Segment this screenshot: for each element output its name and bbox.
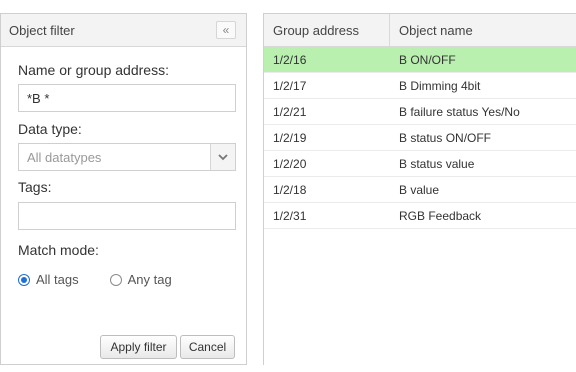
any-tag-radio[interactable]: [109, 273, 122, 286]
filter-actions: Apply filter Cancel: [100, 335, 235, 359]
object-name-cell: B status value: [399, 156, 475, 171]
any-tag-label: Any tag: [127, 272, 172, 287]
object-filter-panel: Object filter « Name or group address: D…: [0, 13, 247, 365]
object-name-cell: B failure status Yes/No: [399, 104, 520, 119]
match-mode-group: All tags Any tag: [18, 272, 236, 287]
table-row[interactable]: 1/2/31 RGB Feedback: [264, 203, 576, 229]
object-name-cell: B ON/OFF: [399, 52, 456, 67]
object-name-cell: B Dimming 4bit: [399, 78, 481, 93]
collapse-panel-button[interactable]: «: [216, 21, 236, 39]
object-name-cell: RGB Feedback: [399, 208, 482, 223]
match-all-tags-option[interactable]: All tags: [18, 272, 79, 287]
filter-panel-title: Object filter: [9, 22, 75, 38]
table-row[interactable]: 1/2/18 B value: [264, 177, 576, 203]
match-any-tag-option[interactable]: Any tag: [109, 272, 172, 287]
group-address-cell: 1/2/17: [273, 78, 307, 93]
datatype-selected-value: All datatypes: [27, 149, 102, 165]
double-chevron-left-icon: «: [222, 23, 230, 37]
group-address-cell: 1/2/20: [273, 156, 307, 171]
table-row[interactable]: 1/2/21 B failure status Yes/No: [264, 99, 576, 125]
name-filter-label: Name or group address:: [18, 62, 169, 78]
chevron-down-icon: [210, 144, 235, 170]
datatype-label: Data type:: [18, 121, 82, 137]
group-address-cell: 1/2/31: [273, 208, 307, 223]
table-body: 1/2/16 B ON/OFF 1/2/17 B Dimming 4bit 1/2/21…: [264, 47, 576, 229]
table-header: Group address Object name: [264, 13, 576, 47]
datatype-select[interactable]: All datatypes: [18, 143, 236, 171]
objects-table: Group address Object name 1/2/16 B ON/OFF…: [263, 13, 576, 365]
group-address-cell: 1/2/21: [273, 104, 307, 119]
all-tags-radio[interactable]: [18, 273, 30, 286]
object-name-cell: B value: [399, 182, 440, 197]
apply-filter-button[interactable]: Apply filter: [100, 335, 177, 359]
group-address-cell: 1/2/18: [273, 182, 307, 197]
object-name-cell: B status ON/OFF: [399, 130, 492, 145]
tags-input[interactable]: [18, 202, 236, 230]
tags-label: Tags:: [18, 179, 52, 195]
filter-panel-header: Object filter «: [1, 13, 246, 47]
table-row[interactable]: 1/2/20 B status value: [264, 151, 576, 177]
name-filter-input[interactable]: [18, 84, 236, 112]
table-row[interactable]: 1/2/17 B Dimming 4bit: [264, 73, 576, 99]
all-tags-label: All tags: [36, 272, 79, 287]
column-header-group-address[interactable]: Group address: [264, 14, 390, 46]
table-row[interactable]: 1/2/16 B ON/OFF: [264, 47, 576, 73]
cancel-button[interactable]: Cancel: [180, 335, 235, 359]
match-mode-label: Match mode:: [18, 242, 99, 258]
group-address-cell: 1/2/19: [273, 130, 307, 145]
table-row[interactable]: 1/2/19 B status ON/OFF: [264, 125, 576, 151]
group-address-cell: 1/2/16: [273, 52, 307, 67]
column-header-object-name[interactable]: Object name: [390, 14, 576, 46]
